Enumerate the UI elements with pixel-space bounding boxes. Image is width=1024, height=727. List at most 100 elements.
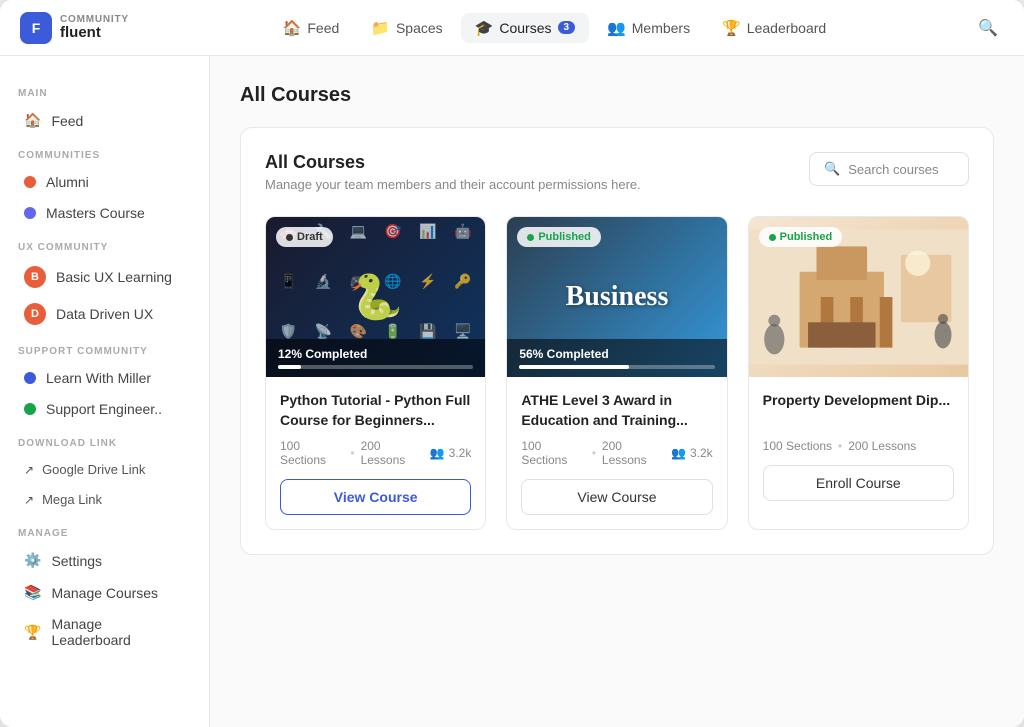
logo-area: F COMMUNITY fluent	[20, 12, 129, 44]
course-badge-python: Draft	[276, 227, 333, 247]
sidebar-label-download: DOWNLOAD LINK	[0, 438, 209, 449]
search-courses-icon: 🔍	[824, 161, 840, 177]
sidebar-mega-link[interactable]: ↗ Mega Link	[6, 485, 203, 514]
home-icon: 🏠	[283, 19, 302, 37]
main-content: All Courses All Courses Manage your team…	[210, 56, 1024, 727]
logo-icon: F	[20, 12, 52, 44]
sidebar-label-support: SUPPORT COMMUNITY	[0, 346, 209, 357]
sidebar-mega-label: Mega Link	[42, 492, 102, 507]
published-badge-label-business: Published	[538, 231, 591, 243]
sidebar-label-main: MAIN	[0, 88, 209, 99]
sidebar-item-alumni[interactable]: Alumni	[6, 167, 203, 197]
data-driven-avatar: D	[24, 303, 46, 325]
settings-icon: ⚙️	[24, 552, 41, 569]
search-courses-input[interactable]: 🔍 Search courses	[809, 152, 969, 186]
sidebar-item-feed[interactable]: 🏠 Feed	[6, 105, 203, 136]
learn-miller-dot	[24, 372, 36, 384]
course-card-python: 🚗🔧💻🎯📊🤖 📱🔬🎮🌐⚡🔑 🛡️📡🎨🔋💾🖥️ 🐍 Draft	[265, 216, 486, 530]
nav-leaderboard-label: Leaderboard	[747, 20, 826, 36]
sidebar-google-drive-link[interactable]: ↗ Google Drive Link	[6, 455, 203, 484]
feed-icon: 🏠	[24, 112, 41, 129]
progress-overlay-business: 56% Completed	[507, 339, 726, 377]
lessons-business: 200 Lessons	[602, 439, 665, 467]
sidebar-google-label: Google Drive Link	[42, 462, 145, 477]
view-course-business-button[interactable]: View Course	[521, 479, 712, 515]
arrow-icon-google: ↗	[24, 463, 34, 477]
course-info-python: Python Tutorial - Python Full Course for…	[266, 377, 485, 529]
nav-feed-label: Feed	[307, 20, 339, 36]
app-window: F COMMUNITY fluent 🏠 Feed 📁 Spaces 🎓 Cou…	[0, 0, 1024, 727]
view-course-python-button[interactable]: View Course	[280, 479, 471, 515]
course-meta-business: 100 Sections • 200 Lessons 👥 3.2k	[521, 439, 712, 467]
sep1-business: •	[592, 446, 596, 460]
sidebar-manage-leaderboard-label: Manage Leaderboard	[51, 616, 185, 648]
header-search-button[interactable]: 🔍	[972, 12, 1004, 44]
lessons-property: 200 Lessons	[848, 439, 916, 453]
draft-badge-dot	[286, 234, 293, 241]
masters-dot	[24, 207, 36, 219]
lessons-python: 200 Lessons	[361, 439, 424, 467]
progress-fill-python	[278, 365, 301, 369]
course-info-property: Property Development Dip... 100 Sections…	[749, 377, 968, 515]
courses-grid: 🚗🔧💻🎯📊🤖 📱🔬🎮🌐⚡🔑 🛡️📡🎨🔋💾🖥️ 🐍 Draft	[265, 216, 969, 530]
progress-fill-business	[519, 365, 628, 369]
enroll-course-property-button[interactable]: Enroll Course	[763, 465, 954, 501]
nav-leaderboard[interactable]: 🏆 Leaderboard	[708, 13, 840, 43]
courses-icon: 🎓	[475, 19, 494, 37]
courses-section: All Courses Manage your team members and…	[240, 127, 994, 555]
sidebar-item-manage-leaderboard[interactable]: 🏆 Manage Leaderboard	[6, 609, 203, 655]
sections-property: 100 Sections	[763, 439, 832, 453]
progress-label-python: 12% Completed	[278, 347, 473, 361]
sidebar-feed-label: Feed	[51, 113, 83, 129]
sidebar-item-data-driven-ux[interactable]: D Data Driven UX	[6, 296, 203, 332]
progress-bar-python	[278, 365, 473, 369]
nav-spaces[interactable]: 📁 Spaces	[357, 13, 456, 43]
sidebar-label-communities: COMMUNITIES	[0, 150, 209, 161]
nav-courses[interactable]: 🎓 Courses 3	[461, 13, 589, 43]
sidebar-item-settings[interactable]: ⚙️ Settings	[6, 545, 203, 576]
sep1-property: •	[838, 439, 842, 453]
students-count-business: 3.2k	[690, 446, 713, 460]
students-count-python: 3.2k	[449, 446, 472, 460]
course-img-python: 🚗🔧💻🎯📊🤖 📱🔬🎮🌐⚡🔑 🛡️📡🎨🔋💾🖥️ 🐍 Draft	[266, 217, 485, 377]
leaderboard-icon: 🏆	[722, 19, 741, 37]
nav-members[interactable]: 👥 Members	[593, 13, 704, 43]
courses-subtitle: Manage your team members and their accou…	[265, 177, 641, 192]
main-nav: 🏠 Feed 📁 Spaces 🎓 Courses 3 👥 Members 🏆 …	[153, 13, 956, 43]
progress-label-business: 56% Completed	[519, 347, 714, 361]
manage-courses-icon: 📚	[24, 584, 41, 601]
sidebar-item-basic-ux[interactable]: B Basic UX Learning	[6, 259, 203, 295]
support-engineer-dot	[24, 403, 36, 415]
nav-spaces-label: Spaces	[396, 20, 443, 36]
sidebar-item-masters-course[interactable]: Masters Course	[6, 198, 203, 228]
course-name-business: ATHE Level 3 Award in Education and Trai…	[521, 391, 712, 431]
nav-members-label: Members	[632, 20, 690, 36]
sidebar-alumni-label: Alumni	[46, 174, 89, 190]
course-img-property: Published	[749, 217, 968, 377]
sidebar-manage-courses-label: Manage Courses	[51, 585, 158, 601]
sidebar-label-manage: MANAGE	[0, 528, 209, 539]
sidebar-data-driven-label: Data Driven UX	[56, 306, 153, 322]
course-card-business: Business Published 56% Completed	[506, 216, 727, 530]
courses-badge: 3	[558, 21, 576, 34]
header-right: 🔍	[972, 12, 1004, 44]
users-icon-python: 👥	[430, 446, 445, 460]
sidebar-support-label: Support Engineer..	[46, 401, 162, 417]
sep1-python: •	[350, 446, 354, 460]
sidebar-item-support-engineer[interactable]: Support Engineer..	[6, 394, 203, 424]
logo-text-area: COMMUNITY fluent	[60, 14, 129, 42]
course-badge-business: Published	[517, 227, 601, 247]
published-badge-dot-property	[769, 234, 776, 241]
titlebar: F COMMUNITY fluent 🏠 Feed 📁 Spaces 🎓 Cou…	[0, 0, 1024, 56]
nav-feed[interactable]: 🏠 Feed	[269, 13, 354, 43]
sidebar-label-ux: UX COMMUNITY	[0, 242, 209, 253]
members-icon: 👥	[607, 19, 626, 37]
courses-header: All Courses Manage your team members and…	[265, 152, 969, 192]
sidebar-settings-label: Settings	[51, 553, 102, 569]
sidebar-item-learn-miller[interactable]: Learn With Miller	[6, 363, 203, 393]
draft-badge-label: Draft	[297, 231, 323, 243]
sidebar-item-manage-courses[interactable]: 📚 Manage Courses	[6, 577, 203, 608]
search-courses-label: Search courses	[848, 162, 938, 177]
published-badge-dot-business	[527, 234, 534, 241]
course-name-property: Property Development Dip...	[763, 391, 954, 431]
